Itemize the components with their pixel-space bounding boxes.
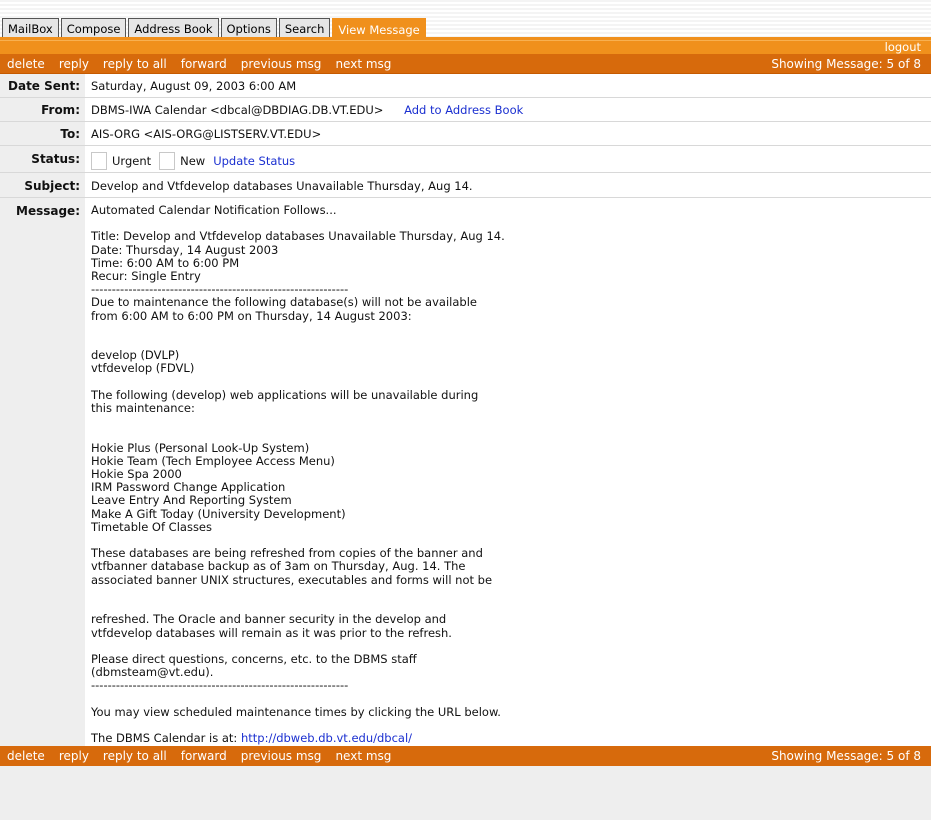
delete-link[interactable]: delete xyxy=(7,57,45,71)
message-toolbar-top: delete reply reply to all forward previo… xyxy=(0,54,931,74)
tab-options[interactable]: Options xyxy=(220,18,277,38)
date-value: Saturday, August 09, 2003 6:00 AM xyxy=(91,79,297,93)
to-value: AIS-ORG <AIS-ORG@LISTSERV.VT.EDU> xyxy=(91,127,322,141)
reply-link-bottom[interactable]: reply xyxy=(59,749,89,763)
message-position-bottom: Showing Message: 5 of 8 xyxy=(771,749,921,763)
new-checkbox[interactable] xyxy=(159,151,176,170)
message-toolbar-bottom: delete reply reply to all forward previo… xyxy=(0,746,931,766)
subject-row: Subject: Develop and Vtfdevelop database… xyxy=(0,173,931,198)
status-label: Status: xyxy=(0,146,85,172)
to-row: To: AIS-ORG <AIS-ORG@LISTSERV.VT.EDU> xyxy=(0,122,931,146)
new-label: New xyxy=(180,153,206,168)
urgent-checkbox[interactable] xyxy=(91,151,107,170)
calendar-url-link[interactable]: http://dbweb.db.vt.edu/dbcal/ xyxy=(241,731,412,745)
reply-all-link-bottom[interactable]: reply to all xyxy=(103,749,167,763)
message-body: Automated Calendar Notification Follows.… xyxy=(91,204,931,745)
previous-msg-link[interactable]: previous msg xyxy=(241,57,322,71)
tab-compose[interactable]: Compose xyxy=(60,18,127,38)
message-view: Date Sent: Saturday, August 09, 2003 6:0… xyxy=(0,74,931,746)
from-row: From: DBMS-IWA Calendar <dbcal@DBDIAG.DB… xyxy=(0,98,931,122)
date-label: Date Sent: xyxy=(0,74,85,97)
tab-mailbox[interactable]: MailBox xyxy=(2,18,59,38)
logout-bar: logout xyxy=(0,40,931,54)
tabs: MailBox Compose Address Book Options Sea… xyxy=(2,18,428,40)
next-msg-link-bottom[interactable]: next msg xyxy=(335,749,391,763)
calendar-prefix: The DBMS Calendar is at: xyxy=(91,731,241,746)
tab-bar: MailBox Compose Address Book Options Sea… xyxy=(0,0,931,40)
message-position: Showing Message: 5 of 8 xyxy=(771,56,921,71)
to-label: To: xyxy=(0,122,85,145)
subject-value: Develop and Vtfdevelop databases Unavail… xyxy=(91,179,473,193)
status-controls: Urgent New Update Status xyxy=(85,146,931,172)
update-status-link[interactable]: Update Status xyxy=(213,154,295,168)
subject-label: Subject: xyxy=(0,173,85,197)
logout-link[interactable]: logout xyxy=(885,40,921,54)
message-row: Message: Automated Calendar Notification… xyxy=(0,198,931,746)
message-label: Message: xyxy=(0,198,85,746)
status-row: Status: Urgent New Update Status xyxy=(0,146,931,173)
tab-search[interactable]: Search xyxy=(278,18,331,38)
reply-link[interactable]: reply xyxy=(59,57,89,71)
date-row: Date Sent: Saturday, August 09, 2003 6:0… xyxy=(0,74,931,98)
message-body-text: Automated Calendar Notification Follows.… xyxy=(91,203,505,719)
from-value: DBMS-IWA Calendar <dbcal@DBDIAG.DB.VT.ED… xyxy=(91,103,384,117)
add-to-address-book-link[interactable]: Add to Address Book xyxy=(404,103,523,117)
tab-address-book[interactable]: Address Book xyxy=(128,18,219,38)
from-cell: DBMS-IWA Calendar <dbcal@DBDIAG.DB.VT.ED… xyxy=(85,98,931,121)
next-msg-link[interactable]: next msg xyxy=(335,57,391,71)
previous-msg-link-bottom[interactable]: previous msg xyxy=(241,749,322,763)
urgent-label: Urgent xyxy=(112,153,152,168)
forward-link[interactable]: forward xyxy=(181,57,227,71)
reply-all-link[interactable]: reply to all xyxy=(103,57,167,71)
delete-link-bottom[interactable]: delete xyxy=(7,749,45,763)
forward-link-bottom[interactable]: forward xyxy=(181,749,227,763)
from-label: From: xyxy=(0,98,85,121)
message-body-cell: Automated Calendar Notification Follows.… xyxy=(85,198,931,746)
webmail-app: MailBox Compose Address Book Options Sea… xyxy=(0,0,931,820)
